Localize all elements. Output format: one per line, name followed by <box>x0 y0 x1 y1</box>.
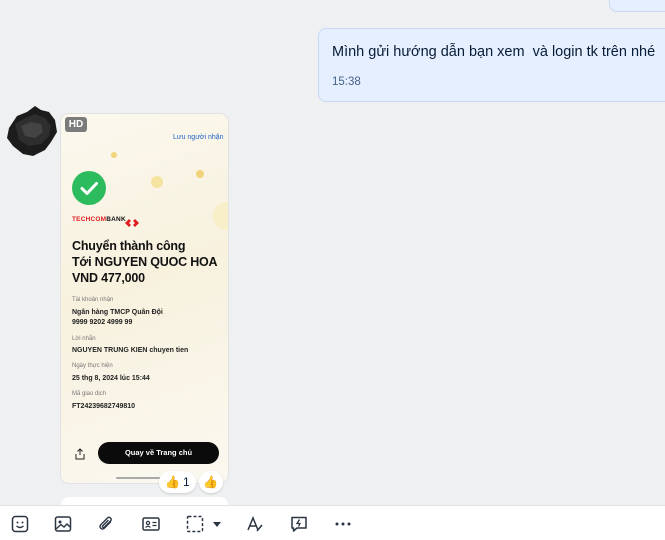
add-reaction-button[interactable]: 👍 <box>199 471 223 493</box>
decor-dot <box>151 176 163 188</box>
reaction-badge[interactable]: 👍 1 <box>159 471 196 493</box>
date-value: 25 thg 8, 2024 lúc 15:44 <box>72 375 150 382</box>
date-label: Ngày thực hiện <box>72 363 113 369</box>
decor-dot <box>196 170 204 178</box>
bank-logo-text: TECHCOMBANK <box>72 216 126 223</box>
save-recipient-link: Lưu người nhận <box>173 134 224 141</box>
transaction-value: FT24239682749810 <box>72 403 136 410</box>
image-attachment[interactable]: Lưu người nhận TECHCOMBANK Chuyển thành … <box>61 114 228 483</box>
thumbs-up-icon: 👍 <box>165 475 180 489</box>
message-value: NGUYEN TRUNG KIEN chuyen tien <box>72 347 189 354</box>
chevron-down-icon[interactable] <box>210 514 224 534</box>
message-text: Mình gửi hướng dẫn bạn xem và login tk t… <box>332 44 656 60</box>
outgoing-message-bubble[interactable]: Mình gửi hướng dẫn bạn xem và login tk t… <box>318 28 665 102</box>
image-icon[interactable] <box>53 514 73 534</box>
thumbs-up-icon: 👍 <box>203 475 218 489</box>
composer-toolbar <box>0 505 665 540</box>
sticker-icon[interactable] <box>10 514 30 534</box>
share-icon <box>74 447 86 460</box>
screenshot-icon[interactable] <box>185 514 205 534</box>
success-check-icon <box>72 171 106 205</box>
receipt-recipient: Tới NGUYEN QUOC HOA <box>72 255 218 269</box>
decor-dot <box>213 202 228 230</box>
bank-logo-icon <box>125 215 139 227</box>
quick-message-icon[interactable] <box>289 514 309 534</box>
message-time: 15:38 <box>332 76 361 88</box>
account-bank: Ngân hàng TMCP Quân Đội <box>72 309 163 316</box>
previous-message-bubble <box>609 0 665 12</box>
account-number: 9999 9202 4999 99 <box>72 319 133 326</box>
transaction-label: Mã giao dịch <box>72 391 107 397</box>
receipt-amount: VND 477,000 <box>72 271 145 285</box>
account-label: Tài khoản nhận <box>72 297 114 303</box>
home-button: Quay về Trang chủ <box>98 442 219 464</box>
attachment-icon[interactable] <box>96 514 116 534</box>
hd-badge: HD <box>65 117 87 132</box>
reaction-count: 1 <box>182 475 190 489</box>
message-label: Lời nhắn <box>72 336 96 342</box>
contact-card-icon[interactable] <box>141 514 161 534</box>
avatar[interactable] <box>5 106 59 158</box>
receipt-title: Chuyển thành công <box>72 239 186 253</box>
decor-dot <box>111 152 117 158</box>
more-icon[interactable] <box>333 514 353 534</box>
text-format-icon[interactable] <box>245 514 265 534</box>
